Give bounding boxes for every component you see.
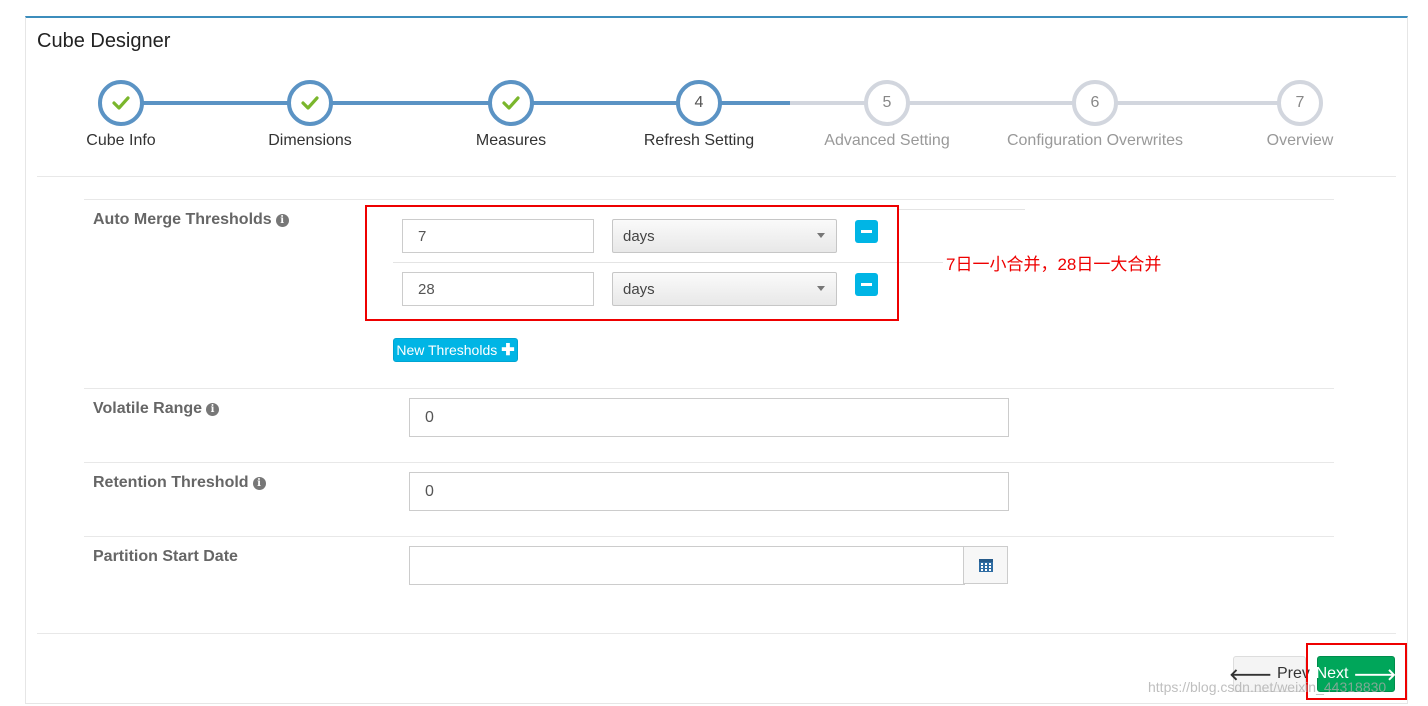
step-1-label[interactable]: Cube Info xyxy=(86,132,155,150)
volatile-range-label-text: Volatile Range xyxy=(93,400,203,417)
step-3-label[interactable]: Measures xyxy=(476,132,546,150)
step-2-label[interactable]: Dimensions xyxy=(268,132,352,150)
row-divider xyxy=(84,199,1334,200)
step-3-circle[interactable] xyxy=(488,80,534,126)
step-7-label[interactable]: Overview xyxy=(1267,132,1334,150)
row-divider xyxy=(84,388,1334,389)
step-5-circle[interactable]: 5 xyxy=(864,80,910,126)
new-thresholds-label: New Thresholds xyxy=(396,342,498,358)
row-divider xyxy=(84,536,1334,537)
retention-threshold-input[interactable]: 0 xyxy=(409,472,1009,511)
step-7-circle[interactable]: 7 xyxy=(1277,80,1323,126)
retention-threshold-label: Retention Threshold i xyxy=(93,474,266,492)
check-icon xyxy=(502,96,520,110)
info-icon[interactable]: i xyxy=(206,403,220,416)
info-icon[interactable]: i xyxy=(252,477,266,490)
watermark: https://blog.csdn.net/weixin_44318830 xyxy=(1148,679,1387,695)
info-icon[interactable]: i xyxy=(275,214,289,227)
check-icon xyxy=(301,96,319,110)
volatile-range-input[interactable]: 0 xyxy=(409,398,1009,437)
plus-icon: ✚ xyxy=(501,342,515,359)
wizard-steps: 4 5 6 7 Cube Info Dimensions Measures Re… xyxy=(0,0,1428,160)
check-icon xyxy=(112,96,130,110)
calendar-button[interactable] xyxy=(963,546,1008,584)
step-7-number: 7 xyxy=(1295,94,1305,111)
partition-start-date-input[interactable] xyxy=(409,546,965,585)
wizard-divider xyxy=(37,176,1396,177)
step-2-circle[interactable] xyxy=(287,80,333,126)
row-divider xyxy=(84,462,1334,463)
auto-merge-label-text: Auto Merge Thresholds xyxy=(93,211,272,228)
retention-threshold-label-text: Retention Threshold xyxy=(93,474,249,491)
footer-divider xyxy=(37,633,1396,634)
step-5-label[interactable]: Advanced Setting xyxy=(824,132,949,150)
volatile-range-value: 0 xyxy=(425,408,434,426)
step-5-number: 5 xyxy=(882,94,892,111)
retention-threshold-value: 0 xyxy=(425,482,434,500)
step-4-circle[interactable]: 4 xyxy=(676,80,722,126)
annotation-text: 7日一小合并，28日一大合并 xyxy=(946,255,1162,274)
calendar-icon xyxy=(978,559,993,572)
auto-merge-label: Auto Merge Thresholds i xyxy=(93,211,289,229)
partition-start-date-label: Partition Start Date xyxy=(93,548,238,565)
highlight-box xyxy=(365,205,899,321)
new-thresholds-button[interactable]: New Thresholds ✚ xyxy=(393,338,518,362)
step-4-label[interactable]: Refresh Setting xyxy=(644,132,754,150)
step-6-number: 6 xyxy=(1090,94,1100,111)
volatile-range-label: Volatile Range i xyxy=(93,400,220,418)
step-1-circle[interactable] xyxy=(98,80,144,126)
step-4-number: 4 xyxy=(694,94,704,111)
step-6-label[interactable]: Configuration Overwrites xyxy=(1007,132,1183,150)
threshold-header-line xyxy=(898,209,1025,210)
step-6-circle[interactable]: 6 xyxy=(1072,80,1118,126)
